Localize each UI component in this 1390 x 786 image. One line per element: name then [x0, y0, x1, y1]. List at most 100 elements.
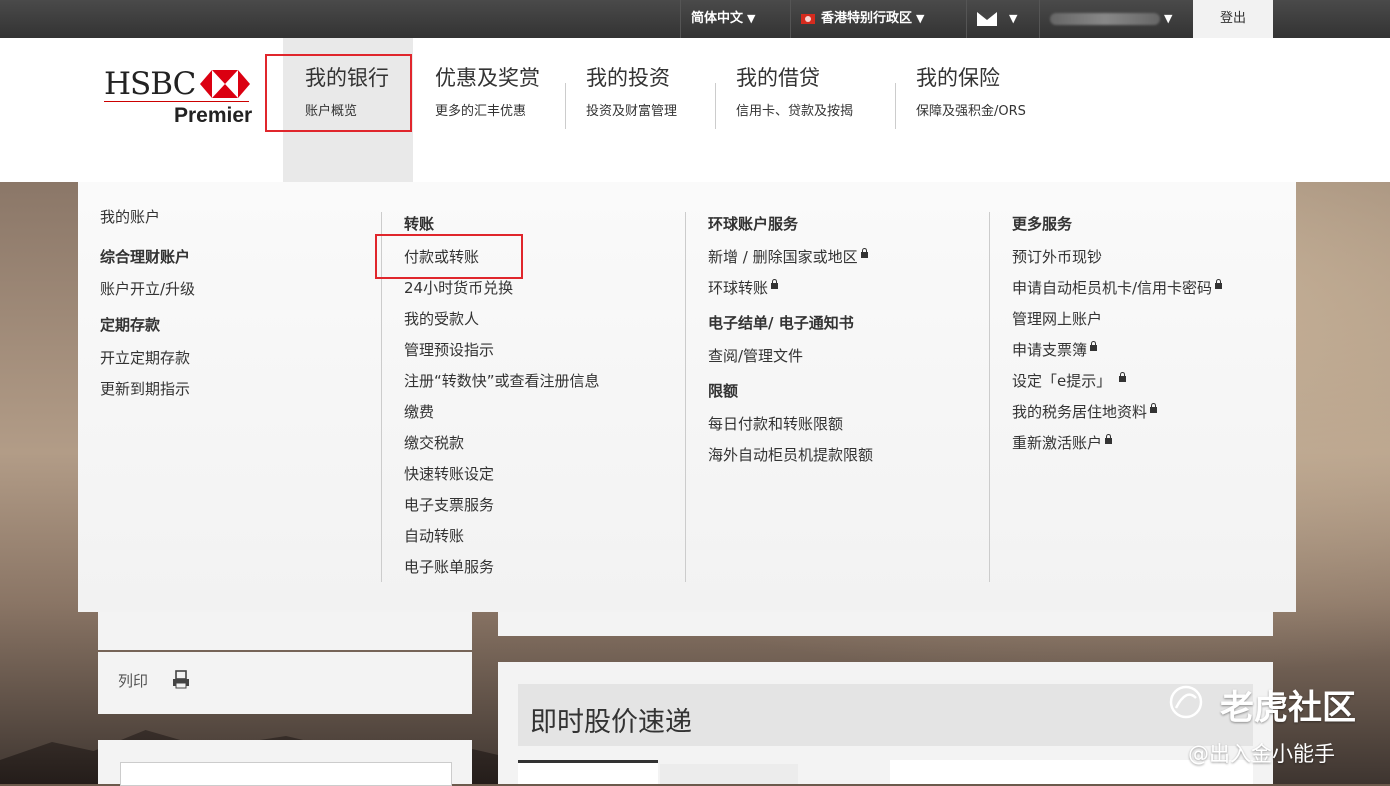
- region-selector[interactable]: 香港特别行政区 ▼: [790, 0, 965, 38]
- atm-pin-link[interactable]: 申请自动柜员机卡/信用卡密码: [1012, 277, 1223, 308]
- logout-button[interactable]: 登出: [1193, 0, 1273, 38]
- e-bill-link[interactable]: 电子账单服务: [404, 556, 600, 587]
- messages-menu[interactable]: ▼: [966, 0, 1038, 38]
- fx-link[interactable]: 24小时货币兑换: [404, 277, 600, 308]
- link-label: 我的税务居住地资料: [1012, 403, 1148, 421]
- nav-subtitle: 信用卡、贷款及按揭: [736, 104, 854, 119]
- column-divider: [685, 212, 686, 582]
- highlight-box-my-banking: [265, 54, 412, 132]
- language-label: 简体中文: [691, 11, 744, 26]
- lock-icon: [1119, 372, 1127, 382]
- lock-icon: [860, 248, 868, 258]
- utility-bar: 简体中文 ▼ 香港特别行政区 ▼ ▼ ▼ 登出: [0, 0, 1390, 38]
- logo-tier: Premier: [174, 104, 253, 127]
- nav-subtitle: 保障及强积金/ORS: [916, 104, 1026, 119]
- view-documents-link[interactable]: 查阅/管理文件: [708, 345, 873, 380]
- region-label: 香港特别行政区: [821, 11, 913, 26]
- highlight-box-pay-transfer: [375, 234, 523, 279]
- print-link[interactable]: 列印: [118, 670, 148, 691]
- mail-icon: [977, 11, 997, 26]
- stock-tab[interactable]: [660, 764, 798, 784]
- nav-title: 我的保险: [916, 66, 1000, 90]
- print-panel: [98, 652, 472, 714]
- watermark-site: 老虎社区: [1220, 688, 1356, 728]
- standing-instructions-link[interactable]: 管理预设指示: [404, 339, 600, 370]
- more-services-heading: 更多服务: [1012, 215, 1073, 233]
- chevron-down-icon: ▼: [1009, 12, 1018, 25]
- menu-column-global: 环球账户服务 新增 / 删除国家或地区 环球转账 电子结单/ 电子通知书 查阅/…: [708, 213, 873, 475]
- tax-payment-link[interactable]: 缴交税款: [404, 432, 600, 463]
- reactivate-account-link[interactable]: 重新激活账户: [1012, 432, 1222, 463]
- lock-icon: [1090, 341, 1098, 351]
- payees-link[interactable]: 我的受款人: [404, 308, 600, 339]
- tiger-community-logo-icon: [1169, 685, 1203, 719]
- limits-heading: 限额: [708, 382, 739, 400]
- daily-limit-link[interactable]: 每日付款和转账限额: [708, 413, 873, 444]
- link-label: 重新激活账户: [1012, 434, 1103, 452]
- user-menu[interactable]: ▼: [1039, 0, 1193, 38]
- lock-icon: [771, 279, 779, 289]
- link-label: 申请支票簿: [1012, 341, 1088, 359]
- auto-transfer-link[interactable]: 自动转账: [404, 525, 600, 556]
- language-selector[interactable]: 简体中文 ▼: [680, 0, 784, 38]
- main-header: HSBC Premier 我的银行 账户概览 优惠及奖赏 更多的汇丰优惠 我的投…: [0, 38, 1390, 182]
- chevron-down-icon: ▼: [916, 12, 925, 25]
- hong-kong-flag-icon: [801, 13, 815, 24]
- renew-instruction-link[interactable]: 更新到期指示: [100, 378, 195, 409]
- nav-subtitle: 更多的汇丰优惠: [435, 104, 527, 119]
- foreign-cash-link[interactable]: 预订外币现钞: [1012, 246, 1222, 277]
- hsbc-premier-logo[interactable]: HSBC Premier: [104, 66, 254, 136]
- nav-title: 优惠及奖赏: [435, 66, 540, 90]
- global-transfer-link[interactable]: 环球转账: [708, 277, 873, 312]
- nav-my-investments[interactable]: 我的投资 投资及财富管理: [586, 62, 677, 119]
- nav-my-borrowing[interactable]: 我的借贷 信用卡、贷款及按揭: [736, 62, 853, 119]
- fps-register-link[interactable]: 注册“转数快”或查看注册信息: [404, 370, 600, 401]
- lock-icon: [1105, 434, 1113, 444]
- nav-title: 我的投资: [586, 66, 670, 90]
- hsbc-hexagon-icon: [200, 70, 250, 98]
- quick-transfer-link[interactable]: 快速转账设定: [404, 463, 600, 494]
- add-remove-country-link[interactable]: 新增 / 删除国家或地区: [708, 246, 873, 277]
- e-statements-heading: 电子结单/ 电子通知书: [708, 314, 854, 332]
- nav-divider: [565, 83, 566, 129]
- global-services-heading: 环球账户服务: [708, 215, 799, 233]
- nav-divider: [895, 83, 896, 129]
- blurred-username: [1050, 12, 1160, 25]
- printer-icon[interactable]: [172, 669, 190, 689]
- column-divider: [989, 212, 990, 582]
- my-accounts-link[interactable]: 我的账户: [100, 206, 195, 246]
- tax-residency-link[interactable]: 我的税务居住地资料: [1012, 401, 1222, 432]
- overseas-atm-limit-link[interactable]: 海外自动柜员机提款限额: [708, 444, 873, 475]
- stock-quote-title: 即时股价速递: [530, 707, 692, 738]
- bill-payment-link[interactable]: 缴费: [404, 401, 600, 432]
- my-banking-dropdown: 我的账户 综合理财账户 账户开立/升级 定期存款 开立定期存款 更新到期指示 转…: [78, 182, 1296, 612]
- link-label: 环球转账: [708, 279, 769, 297]
- nav-my-insurance[interactable]: 我的保险 保障及强积金/ORS: [916, 62, 1026, 119]
- link-label: 设定「e提示」: [1012, 372, 1112, 390]
- stock-tab-active[interactable]: [518, 760, 658, 784]
- lock-icon: [1150, 403, 1158, 413]
- nav-offers-rewards[interactable]: 优惠及奖赏 更多的汇丰优惠: [435, 62, 540, 119]
- nav-subtitle: 投资及财富管理: [586, 104, 678, 119]
- menu-column-more: 更多服务 预订外币现钞 申请自动柜员机卡/信用卡密码 管理网上账户 申请支票簿 …: [1012, 213, 1223, 463]
- nav-divider: [715, 83, 716, 129]
- time-deposit-heading: 定期存款: [100, 316, 161, 334]
- logo-divider: [104, 101, 249, 102]
- integrated-account-heading: 综合理财账户: [100, 248, 191, 266]
- logo-wordmark: HSBC: [104, 66, 196, 102]
- watermark-author: @出入金小能手: [1188, 742, 1335, 766]
- lock-icon: [1215, 279, 1223, 289]
- link-label: 申请自动柜员机卡/信用卡密码: [1012, 279, 1213, 297]
- e-cheque-link[interactable]: 电子支票服务: [404, 494, 600, 525]
- e-alerts-link[interactable]: 设定「e提示」: [1012, 370, 1222, 401]
- chevron-down-icon: ▼: [1164, 12, 1173, 25]
- menu-column-accounts: 我的账户 综合理财账户 账户开立/升级 定期存款 开立定期存款 更新到期指示: [100, 206, 195, 409]
- left-bottom-field: [120, 762, 452, 786]
- open-upgrade-link[interactable]: 账户开立/升级: [100, 278, 195, 314]
- nav-title: 我的借贷: [736, 66, 820, 90]
- cheque-book-link[interactable]: 申请支票簿: [1012, 339, 1222, 370]
- link-label: 新增 / 删除国家或地区: [708, 248, 858, 266]
- open-deposit-link[interactable]: 开立定期存款: [100, 347, 195, 378]
- chevron-down-icon: ▼: [747, 12, 756, 25]
- manage-online-link[interactable]: 管理网上账户: [1012, 308, 1222, 339]
